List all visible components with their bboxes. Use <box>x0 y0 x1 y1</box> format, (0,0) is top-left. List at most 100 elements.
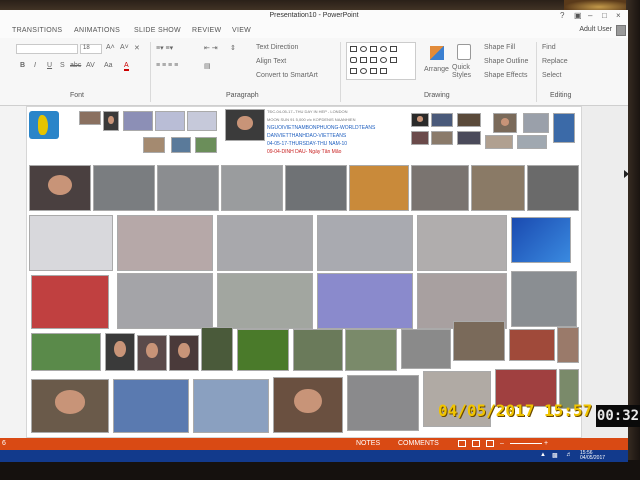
photo-thumbnail[interactable] <box>143 137 165 153</box>
bracket-shape-icon[interactable] <box>350 68 357 74</box>
collage-thumbnail[interactable] <box>317 273 413 329</box>
bullets-icon[interactable]: ≡▾ ≡▾ <box>156 44 173 52</box>
brace-shape-icon[interactable] <box>360 68 367 74</box>
collage-thumbnail[interactable] <box>317 215 413 271</box>
text-direction-button[interactable]: Text Direction <box>256 44 298 51</box>
photo-thumbnail[interactable] <box>105 333 135 371</box>
photo-thumbnail[interactable] <box>195 137 217 153</box>
align-text-button[interactable]: Align Text <box>256 58 286 65</box>
oval-shape-icon[interactable] <box>360 46 367 52</box>
photo-thumbnail[interactable] <box>557 327 579 363</box>
photo-thumbnail[interactable] <box>187 111 217 131</box>
tab-review[interactable]: REVIEW <box>192 27 221 34</box>
shape-fill-button[interactable]: Shape Fill <box>484 44 515 51</box>
select-button[interactable]: Select <box>542 72 561 79</box>
photo-thumbnail[interactable] <box>221 165 283 211</box>
shapes-gallery[interactable] <box>346 42 416 80</box>
photo-thumbnail[interactable] <box>31 275 109 329</box>
photo-thumbnail[interactable] <box>411 165 469 211</box>
collage-thumbnail[interactable] <box>117 215 213 271</box>
quick-styles-button[interactable]: Quick Styles <box>452 64 474 80</box>
tab-animations[interactable]: ANIMATIONS <box>74 27 120 34</box>
find-button[interactable]: Find <box>542 44 556 51</box>
tray-up-arrow-icon[interactable]: ▲ <box>540 452 546 458</box>
arrow-shape-icon[interactable] <box>360 57 367 63</box>
collage-thumbnail[interactable] <box>417 215 507 271</box>
photo-thumbnail[interactable] <box>453 321 505 361</box>
photo-thumbnail[interactable] <box>155 111 185 131</box>
curve-shape-icon[interactable] <box>380 68 387 74</box>
reading-view-icon[interactable] <box>486 440 494 447</box>
close-button[interactable]: × <box>616 11 621 20</box>
clear-format-button[interactable]: ✕ <box>134 44 140 52</box>
photo-thumbnail[interactable] <box>411 131 429 145</box>
line-spacing-icon[interactable]: ⇕ <box>230 44 236 52</box>
photo-thumbnail[interactable] <box>103 111 119 131</box>
photo-thumbnail[interactable] <box>553 113 575 143</box>
photo-thumbnail[interactable] <box>123 111 153 131</box>
photo-thumbnail[interactable] <box>485 135 513 149</box>
star-shape-icon[interactable] <box>370 57 377 63</box>
help-button[interactable]: ? <box>560 11 564 20</box>
tab-transitions[interactable]: TRANSITIONS <box>12 27 62 34</box>
photo-thumbnail[interactable] <box>431 131 453 145</box>
photo-thumbnail[interactable] <box>137 335 167 371</box>
arrange-icon[interactable] <box>430 46 444 60</box>
photo-thumbnail[interactable] <box>31 333 101 371</box>
zoom-out-button[interactable]: – <box>500 440 504 447</box>
rounded-rect-shape-icon[interactable] <box>390 46 397 52</box>
quick-styles-icon[interactable] <box>457 44 471 60</box>
columns-icon[interactable]: ▤ <box>204 62 211 70</box>
collage-thumbnail[interactable] <box>117 273 213 329</box>
photo-thumbnail[interactable] <box>345 329 397 371</box>
photo-thumbnail[interactable] <box>31 379 109 433</box>
tab-slide-show[interactable]: SLIDE SHOW <box>134 27 181 34</box>
collage-thumbnail[interactable] <box>217 215 313 271</box>
align-icons[interactable]: ≡ ≡ ≡ ≡ <box>156 62 178 69</box>
tray-clock[interactable]: 15:56 04/05/2017 <box>580 451 605 461</box>
char-spacing-button[interactable]: AV <box>86 62 95 69</box>
photo-thumbnail[interactable] <box>79 111 101 125</box>
photo-thumbnail[interactable] <box>349 165 409 211</box>
photo-thumbnail[interactable] <box>523 113 549 133</box>
notes-button[interactable]: NOTES <box>356 440 380 447</box>
photo-thumbnail[interactable] <box>157 165 219 211</box>
photo-thumbnail[interactable] <box>113 379 189 433</box>
network-icon[interactable]: ▩ <box>552 452 558 459</box>
change-case-button[interactable]: Aa <box>104 62 113 69</box>
zoom-slider[interactable] <box>510 443 542 444</box>
photo-thumbnail[interactable] <box>431 113 453 127</box>
normal-view-icon[interactable] <box>458 440 466 447</box>
slide-sorter-icon[interactable] <box>472 440 480 447</box>
comments-button[interactable]: COMMENTS <box>398 440 439 447</box>
shadow-button[interactable]: S <box>60 62 65 69</box>
font-size-box[interactable]: 18 <box>80 44 102 54</box>
photo-thumbnail[interactable] <box>457 131 481 145</box>
bold-button[interactable]: B <box>20 62 25 69</box>
shape-outline-button[interactable]: Shape Outline <box>484 58 528 65</box>
font-color-button[interactable]: A <box>124 62 129 71</box>
photo-thumbnail[interactable] <box>201 327 233 371</box>
convert-smartart-button[interactable]: Convert to SmartArt <box>256 72 318 79</box>
replace-button[interactable]: Replace <box>542 58 568 65</box>
photo-thumbnail[interactable] <box>237 329 289 371</box>
photo-thumbnail[interactable] <box>471 165 525 211</box>
photo-thumbnail[interactable] <box>517 135 547 149</box>
photo-thumbnail[interactable] <box>293 329 343 371</box>
underline-button[interactable]: U <box>47 62 52 69</box>
shape-effects-button[interactable]: Shape Effects <box>484 72 527 79</box>
maximize-button[interactable]: □ <box>602 11 607 20</box>
photo-thumbnail[interactable] <box>171 137 191 153</box>
photo-thumbnail[interactable] <box>493 113 517 133</box>
volume-icon[interactable]: ♬ <box>566 452 572 458</box>
arrange-button[interactable]: Arrange <box>424 66 449 73</box>
smiley-shape-icon[interactable] <box>380 57 387 63</box>
photo-thumbnail[interactable] <box>511 271 577 327</box>
slide-canvas[interactable]: TĐC-04-05-17--THU DAY IN HEP - LONDON MO… <box>26 106 582 438</box>
windows-desktop-thumbnail[interactable] <box>511 217 571 263</box>
photo-thumbnail[interactable] <box>225 109 265 141</box>
tab-view[interactable]: VIEW <box>232 27 251 34</box>
photo-thumbnail[interactable] <box>93 165 155 211</box>
user-avatar[interactable] <box>616 25 626 36</box>
photo-thumbnail[interactable] <box>193 379 269 433</box>
